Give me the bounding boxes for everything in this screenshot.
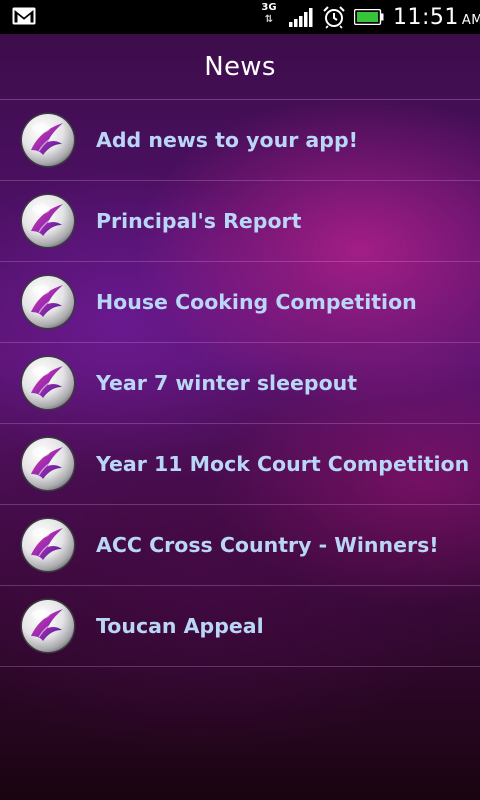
news-item-label: Year 11 Mock Court Competition	[96, 452, 470, 476]
news-item-winter-sleepout[interactable]: Year 7 winter sleepout	[0, 343, 480, 424]
news-item-add-news[interactable]: Add news to your app!	[0, 100, 480, 181]
clock-time: 11:51	[393, 5, 459, 30]
news-item-label: House Cooking Competition	[96, 290, 417, 314]
news-item-label: ACC Cross Country - Winners!	[96, 533, 439, 557]
news-item-toucan-appeal[interactable]: Toucan Appeal	[0, 586, 480, 667]
news-item-cross-country[interactable]: ACC Cross Country - Winners!	[0, 505, 480, 586]
alarm-icon	[322, 5, 346, 29]
news-item-principals-report[interactable]: Principal's Report	[0, 181, 480, 262]
app-logo-icon	[19, 516, 77, 574]
status-bar: 3G ⇅ 11:51 AM	[0, 0, 480, 34]
clock-ampm: AM	[461, 13, 480, 28]
app-logo-icon	[19, 273, 77, 331]
battery-icon	[353, 8, 384, 26]
news-item-label: Toucan Appeal	[96, 614, 264, 638]
news-list: Add news to your app! Principal's Report…	[0, 100, 480, 667]
app-logo-icon	[19, 192, 77, 250]
news-item-mock-court[interactable]: Year 11 Mock Court Competition	[0, 424, 480, 505]
title-bar: News	[0, 34, 480, 100]
news-item-label: Year 7 winter sleepout	[96, 371, 358, 395]
app-logo-icon	[19, 597, 77, 655]
gmail-icon	[12, 7, 36, 25]
clock: 11:51 AM	[393, 5, 480, 30]
app-logo-icon	[19, 354, 77, 412]
signal-icon	[289, 8, 315, 28]
network-activity-icon: ⇅	[264, 14, 274, 25]
news-item-house-cooking[interactable]: House Cooking Competition	[0, 262, 480, 343]
app-logo-icon	[19, 111, 77, 169]
page-title: News	[204, 52, 276, 82]
network-type-label: 3G	[261, 2, 277, 13]
news-item-label: Add news to your app!	[96, 128, 358, 152]
network-3g-icon: 3G ⇅	[258, 3, 280, 31]
app-logo-icon	[19, 435, 77, 493]
news-item-label: Principal's Report	[96, 209, 302, 233]
